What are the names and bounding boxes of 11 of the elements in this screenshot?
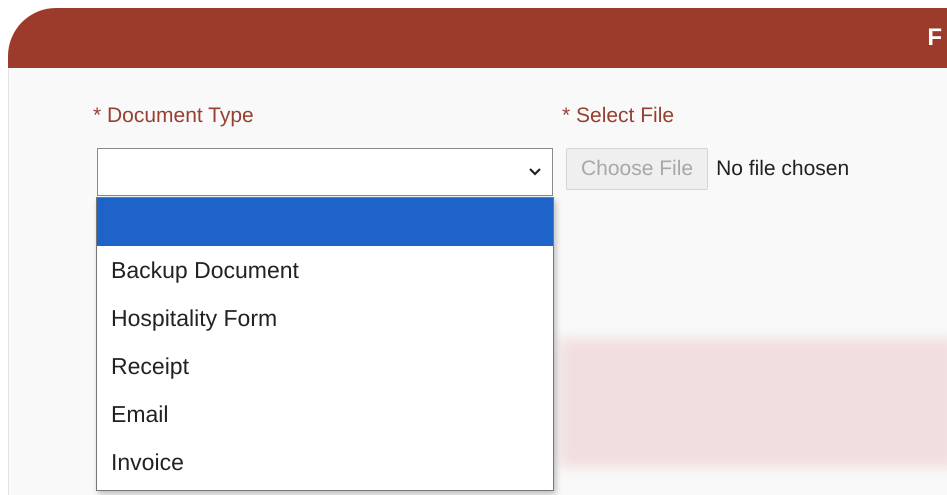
dropdown-option[interactable]: Invoice <box>97 438 553 486</box>
dropdown-option[interactable]: Receipt <box>97 342 553 390</box>
dropdown-option[interactable]: Backup Document <box>97 246 553 294</box>
dropdown-option[interactable]: Hospitality Form <box>97 294 553 342</box>
file-status: No file chosen <box>716 156 850 182</box>
header-title: F <box>927 23 942 53</box>
document-type-select[interactable] <box>97 148 553 196</box>
field-label: * Document Type <box>93 103 255 129</box>
chevron-down-icon <box>528 167 542 177</box>
dropdown-option[interactable]: Email <box>97 390 553 438</box>
field-label: * Select File <box>562 103 674 129</box>
